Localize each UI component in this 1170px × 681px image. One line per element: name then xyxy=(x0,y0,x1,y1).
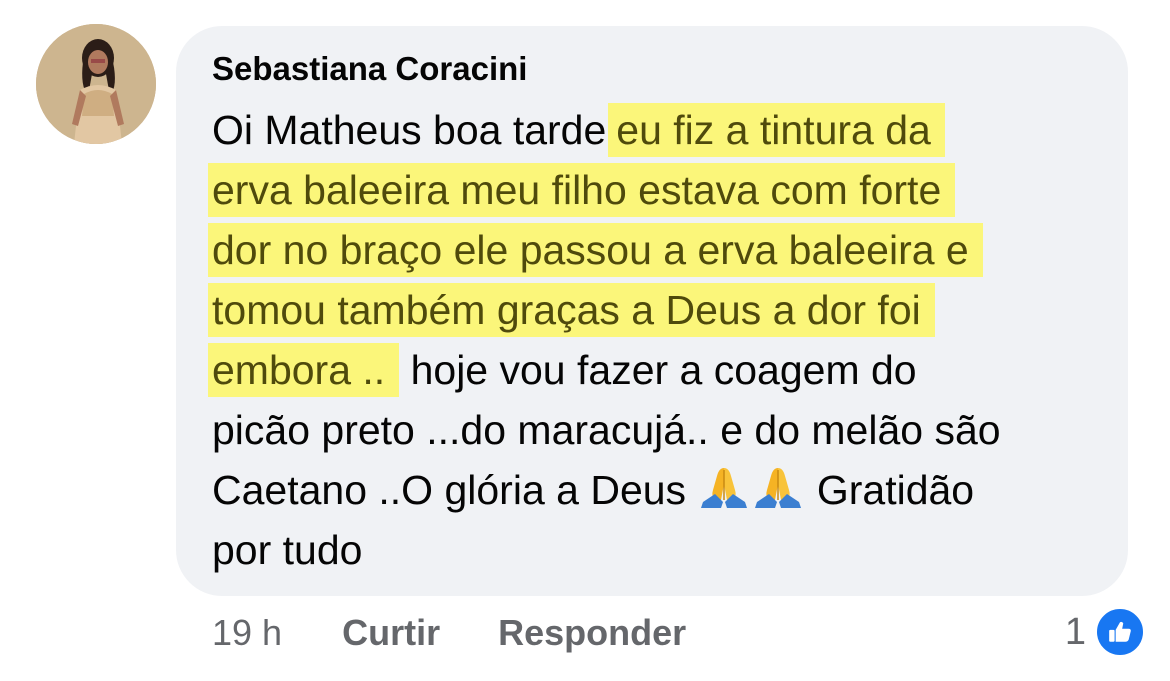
comment-text-highlight: tomou também graças a Deus a dor foi xyxy=(208,283,935,337)
comment-line: erva baleeira meu filho estava com forte xyxy=(208,160,1112,220)
comment-line: por tudo xyxy=(212,520,1112,580)
comment-text-highlight: dor no braço ele passou a erva baleeira … xyxy=(208,223,983,277)
like-button[interactable]: Curtir xyxy=(342,612,440,654)
comment-text-plain: picão preto ...do maracujá.. e do melão … xyxy=(212,407,1001,453)
thumbs-up-icon xyxy=(1094,606,1146,658)
comment-text-plain: Caetano ..O glória a Deus xyxy=(212,467,687,513)
comment-text-plain: hoje vou fazer a coagem do xyxy=(399,347,917,393)
comment-line: embora .. hoje vou fazer a coagem do xyxy=(208,340,1112,400)
comment-timestamp[interactable]: 19 h xyxy=(212,612,282,654)
folded-hands-icon xyxy=(701,464,748,524)
comment-text-plain: Oi Matheus boa tarde xyxy=(212,107,607,153)
comment-text: Oi Matheus boa tarde eu fiz a tintura da … xyxy=(208,100,1112,580)
author-avatar[interactable] xyxy=(36,24,156,144)
comment-author-name[interactable]: Sebastiana Coracini xyxy=(212,50,527,88)
comment-text-highlight: erva baleeira meu filho estava com forte xyxy=(208,163,956,217)
comment-line: dor no braço ele passou a erva baleeira … xyxy=(208,220,1112,280)
comment-line: tomou também graças a Deus a dor foi xyxy=(208,280,1112,340)
comment-meta-row: 19 h Curtir Responder xyxy=(212,612,734,654)
avatar-photo xyxy=(36,24,156,144)
comment-text-highlight: eu fiz a tintura da xyxy=(608,103,945,157)
comment-line: Oi Matheus boa tarde eu fiz a tintura da xyxy=(212,100,1112,160)
reply-button[interactable]: Responder xyxy=(498,612,686,654)
reaction-summary[interactable]: 1 xyxy=(1065,606,1146,658)
comment-text-highlight: embora .. xyxy=(208,343,400,397)
comment-line: Caetano ..O glória a Deus Gratidão xyxy=(212,460,1112,520)
comment-text-plain: por tudo xyxy=(212,527,363,573)
reaction-count: 1 xyxy=(1064,610,1086,653)
folded-hands-icon xyxy=(755,464,802,524)
comment-line: picão preto ...do maracujá.. e do melão … xyxy=(212,400,1112,460)
comment-text-plain: Gratidão xyxy=(816,467,975,513)
